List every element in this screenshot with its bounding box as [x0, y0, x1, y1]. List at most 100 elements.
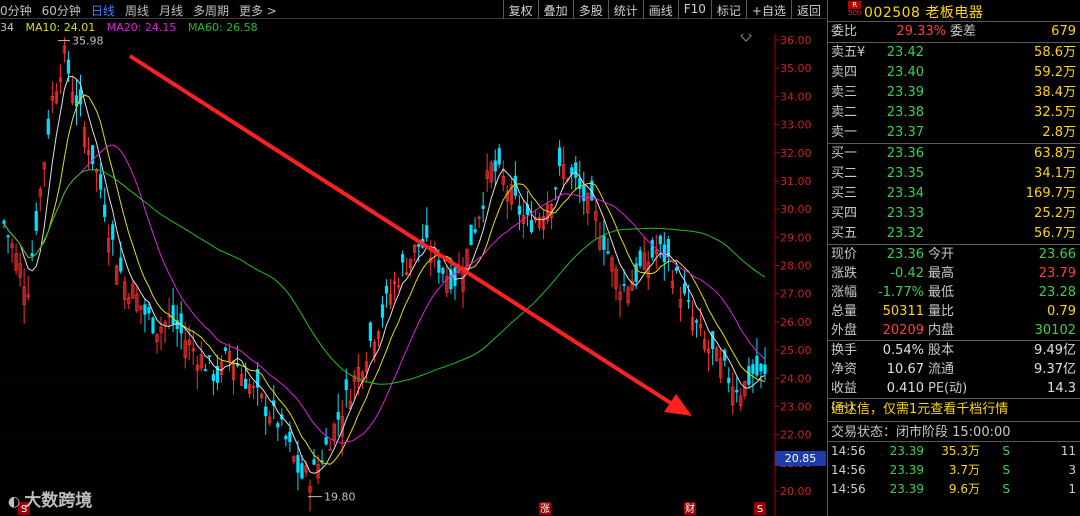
stats-button[interactable]: 统计 — [607, 0, 643, 19]
y-tick-label: 23.00 — [780, 400, 812, 413]
candle-body — [582, 185, 586, 202]
fin-label-2: PE(动) — [928, 381, 968, 396]
weicha-label: 委差 — [950, 24, 977, 39]
buy-label: 买五 — [831, 226, 858, 241]
event-marker: S — [757, 504, 763, 515]
candle-body — [606, 251, 610, 254]
quote-label: 总量 — [831, 304, 858, 319]
legend-ma60: MA60: 26.58 — [187, 21, 258, 34]
candle-body — [437, 260, 441, 273]
candle-body — [686, 300, 691, 302]
ma-legend: 34 MA10: 24.01 MA20: 24.15 MA60: 26.58 — [0, 21, 266, 34]
quote-value: 23.36 — [886, 247, 924, 262]
fin-value: 0.410 — [886, 381, 924, 396]
tab-more[interactable]: 更多 > — [239, 2, 277, 19]
f10-button[interactable]: F10 — [677, 0, 711, 19]
tick-price: 23.39 — [889, 444, 924, 458]
legend-ma20: MA20: 24.15 — [106, 21, 177, 34]
candle-body — [6, 235, 10, 238]
tick-row: 14:56 23.39 35.3万 S 11 — [828, 442, 1080, 461]
buy-row[interactable]: 买五 23.32 56.7万 — [828, 224, 1080, 244]
candle-body — [171, 305, 175, 325]
fin-value-2: 9.49亿 — [1034, 343, 1076, 358]
watermark: ◐ 大数跨境 — [8, 486, 92, 511]
candle-body — [368, 322, 373, 341]
sell-row[interactable]: 卖一 23.37 2.8万 — [828, 123, 1080, 143]
sell-price: 23.39 — [886, 85, 924, 100]
watermark-logo-icon: ◐ — [8, 494, 21, 510]
sell-row[interactable]: 卖三 23.39 38.4万 — [828, 83, 1080, 103]
tab-10min[interactable]: 0分钟 — [0, 2, 32, 19]
current-price-tag: 20.85 — [775, 451, 826, 466]
buy-row[interactable]: 买四 23.33 25.2万 — [828, 204, 1080, 224]
sell-label: 卖二 — [831, 105, 858, 120]
promo-banner[interactable]: 通达信，仅需1元查看千档行情 — [828, 399, 1080, 421]
tab-daily[interactable]: 日线 — [91, 2, 115, 19]
y-tick-label: 32.00 — [780, 147, 812, 160]
y-tick-label: 20.00 — [780, 485, 812, 498]
overlay-button[interactable]: 叠加 — [537, 0, 573, 19]
sell-price: 23.37 — [886, 125, 924, 140]
candle-body — [650, 240, 654, 258]
quote-value: -1.77% — [878, 285, 924, 300]
candle-body — [264, 406, 268, 417]
event-marker: 涨 — [540, 503, 550, 515]
candle-body — [529, 220, 534, 233]
tab-multi-period[interactable]: 多周期 — [193, 2, 229, 19]
candle-body — [425, 225, 429, 238]
add-watchlist-button[interactable]: +自选 — [745, 0, 791, 19]
quote-label-2: 量比 — [928, 304, 955, 319]
tick-side: S — [1002, 444, 1010, 458]
draw-line-button[interactable]: 画线 — [642, 0, 678, 19]
sell-mark: ¥ — [857, 45, 866, 60]
candle-body — [497, 148, 501, 165]
y-tick-label: 26.00 — [780, 316, 812, 329]
tab-monthly[interactable]: 月线 — [159, 2, 183, 19]
multi-stock-button[interactable]: 多股 — [572, 0, 608, 19]
fin-row: 净资 10.67 流通 9.37亿 — [828, 360, 1080, 379]
candle-body — [727, 377, 731, 384]
back-button[interactable]: 返回 — [790, 0, 826, 19]
candle-body — [638, 250, 642, 267]
tab-60min[interactable]: 60分钟 — [42, 2, 81, 19]
sell-label: 卖四 — [831, 65, 858, 80]
candle-body — [34, 210, 38, 231]
sell-row[interactable]: 卖五¥ 23.42 58.6万 — [828, 43, 1080, 63]
tick-time: 14:56 — [831, 444, 866, 458]
buy-price: 23.34 — [886, 186, 924, 201]
quote-value-2: 23.66 — [1038, 247, 1076, 262]
candle-body — [759, 363, 763, 372]
fin-label: 换手 — [831, 343, 858, 358]
adjust-button[interactable]: 复权 — [502, 0, 538, 19]
buy-row[interactable]: 买一 23.36 63.8万 — [828, 144, 1080, 164]
mark-button[interactable]: 标记 — [710, 0, 746, 19]
candle-body — [401, 254, 405, 263]
sell-row[interactable]: 卖二 23.38 32.5万 — [828, 103, 1080, 123]
fin-label-2: 股本 — [928, 343, 955, 358]
tick-count: 11 — [1060, 444, 1076, 458]
buy-row[interactable]: 买三 23.34 169.7万 — [828, 184, 1080, 204]
quote-value: 20209 — [882, 323, 924, 338]
fundamental-stats: 换手 0.54% 股本 9.49亿 净资 10.67 流通 9.37亿 收益(一) 0.410 PE… — [828, 341, 1080, 415]
r-badge-num: 500 — [848, 9, 862, 17]
fin-label-2: 流通 — [928, 362, 955, 377]
candle-body — [284, 435, 288, 440]
tick-list[interactable]: 14:56 23.39 35.3万 S 11 14:56 23.39 3.7万 S 3 14:56 2… — [828, 442, 1080, 499]
candlestick-chart[interactable]: 36.00 35.00 34.00 33.00 32.00 31.00 30.00 29.00… — [0, 34, 826, 516]
stock-title[interactable]: 002508 老板电器 — [864, 2, 983, 22]
sell-price: 23.40 — [886, 65, 924, 80]
buy-row[interactable]: 买二 23.35 34.1万 — [828, 164, 1080, 184]
sell-level-label: 卖五¥ — [828, 43, 872, 63]
tick-count: 1 — [1068, 482, 1076, 496]
candle-body — [682, 283, 687, 294]
candle-body — [755, 355, 759, 376]
candle-body — [380, 304, 385, 318]
y-tick-label: 33.00 — [780, 119, 812, 132]
fin-value: 0.54% — [882, 343, 924, 358]
quote-value-2: 23.28 — [1038, 285, 1076, 300]
quote-label-2: 内盘 — [928, 323, 955, 338]
tab-weekly[interactable]: 周线 — [125, 2, 149, 19]
quote-label-2: 最低 — [928, 285, 955, 300]
sell-row[interactable]: 卖四 23.40 59.2万 — [828, 63, 1080, 83]
sell-level-label: 卖四 — [828, 63, 872, 83]
